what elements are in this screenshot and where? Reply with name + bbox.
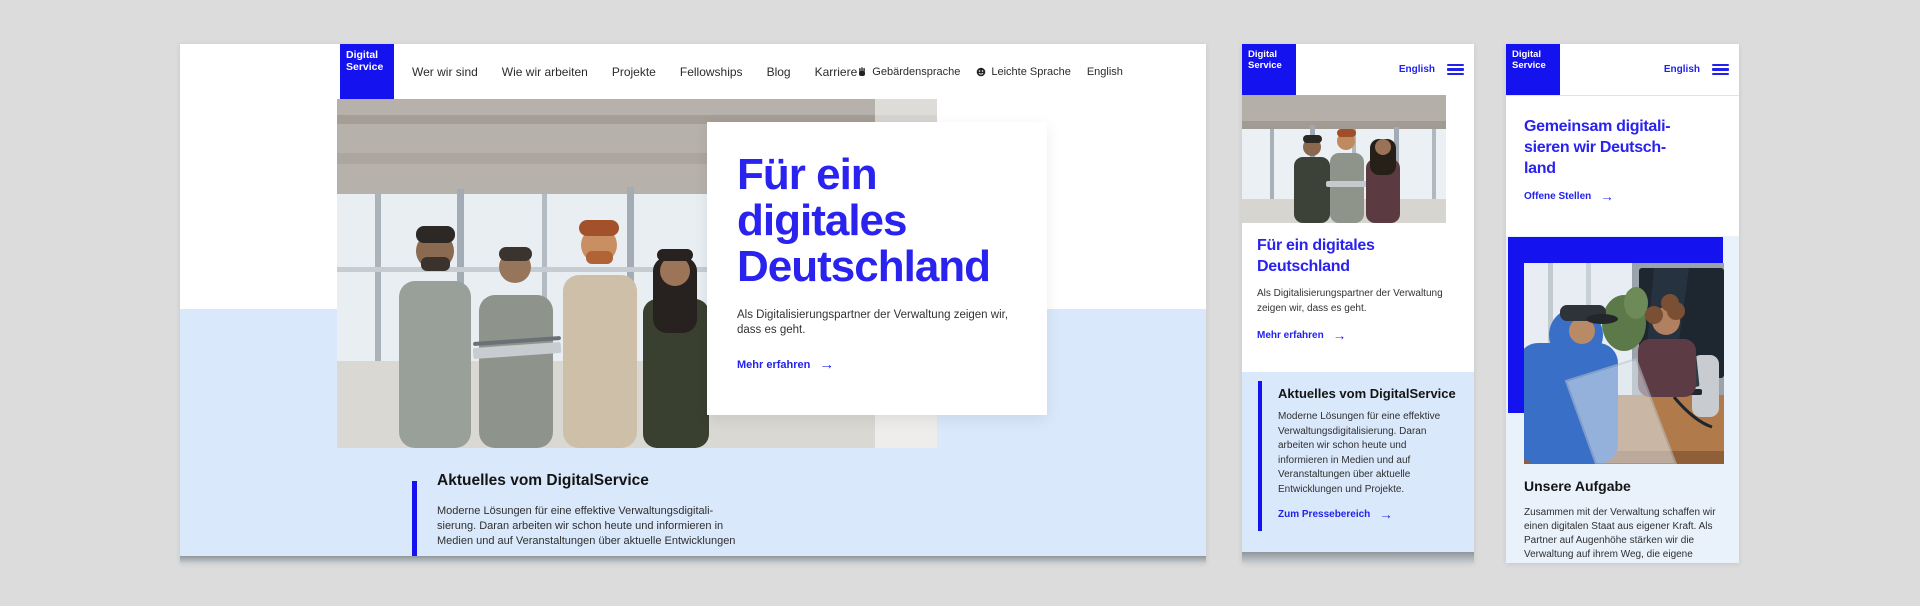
- news-accent-bar: [1258, 381, 1262, 531]
- mission-body: Zusammen mit der Verwaltung schaffen wir…: [1524, 506, 1724, 562]
- logo-text-line2: Service: [1248, 61, 1296, 72]
- hamburger-menu-icon[interactable]: [1712, 64, 1729, 76]
- language-switch[interactable]: English: [1664, 64, 1700, 75]
- tablet-hero-title: Für ein digitales Deutschland: [1257, 235, 1458, 277]
- mission-body-line3: Partner auf Augenhöhe stärken wir die: [1524, 535, 1694, 546]
- tablet-news-content: Aktuelles vom DigitalService Moderne Lös…: [1278, 386, 1460, 522]
- hero-title-line2: sieren wir Deutsch-: [1524, 137, 1725, 158]
- mobile-mission-section: Unsere Aufgabe Zusammen mit der Verwaltu…: [1506, 236, 1739, 563]
- sign-language-label: Gebärdensprache: [872, 66, 960, 78]
- cta-label: Mehr erfahren: [1257, 330, 1324, 341]
- zum-pressebereich-link[interactable]: Zum Pressebereich →: [1278, 508, 1393, 522]
- news-body: Moderne Lösungen für eine effektive Verw…: [1278, 410, 1460, 497]
- desktop-hero-subtitle: Als Digitalisierungspartner der Verwaltu…: [737, 308, 1019, 338]
- language-switch[interactable]: English: [1087, 66, 1123, 78]
- digitalservice-logo[interactable]: Digital Service: [1506, 44, 1560, 95]
- easy-language-label: Leichte Sprache: [991, 66, 1071, 78]
- easy-language-icon: [976, 67, 986, 77]
- hero-title-line1: Gemeinsam digitali-: [1524, 116, 1725, 137]
- desktop-news-section: Aktuelles vom DigitalService Moderne Lös…: [437, 472, 917, 549]
- mobile-hero: Gemeinsam digitali- sieren wir Deutsch- …: [1506, 96, 1739, 236]
- digitalservice-logo[interactable]: Digital Service: [340, 44, 394, 99]
- logo-text-line2: Service: [1512, 61, 1560, 72]
- news-accent-bar: [412, 481, 417, 563]
- desktop-main-nav: Wer wir sind Wie wir arbeiten Projekte F…: [412, 65, 857, 79]
- news-body-line2: sierung. Daran arbeiten wir schon heute …: [437, 520, 723, 532]
- nav-item-fellowships[interactable]: Fellowships: [680, 65, 743, 79]
- desktop-mockup: Digital Service Wer wir sind Wie wir arb…: [180, 44, 1206, 563]
- mobile-hero-title: Gemeinsam digitali- sieren wir Deutsch- …: [1524, 116, 1725, 179]
- news-body-line1: Moderne Lösungen für eine effektive: [1278, 411, 1440, 422]
- arrow-right-icon: →: [1379, 508, 1393, 522]
- mobile-header-right: English: [1664, 44, 1729, 95]
- news-heading: Aktuelles vom DigitalService: [1278, 386, 1460, 401]
- desktop-cutoff-strip: [180, 556, 1206, 563]
- tablet-hero-photo: [1242, 95, 1446, 223]
- hero-subtitle-line2: zeigen wir, dass es geht.: [1257, 303, 1367, 314]
- hero-subtitle-line1: Als Digitalisierungspartner der Verwaltu…: [1257, 288, 1443, 299]
- news-heading: Aktuelles vom DigitalService: [437, 472, 917, 490]
- team-office-photo: [1242, 95, 1446, 223]
- office-desk-photo: [1524, 263, 1724, 464]
- tablet-header-right: English: [1399, 44, 1464, 95]
- desktop-header: Digital Service Wer wir sind Wie wir arb…: [180, 44, 1206, 99]
- mission-body-line1: Zusammen mit der Verwaltung schaffen wir: [1524, 507, 1716, 518]
- news-body-line2: Verwaltungsdigitalisierung. Daran: [1278, 426, 1426, 437]
- nav-item-wer-wir-sind[interactable]: Wer wir sind: [412, 65, 478, 79]
- mobile-mockup: Digital Service English Gemeinsam digita…: [1506, 44, 1739, 563]
- hero-title-line2: digitales: [737, 198, 1019, 244]
- news-body-line4: informieren in Medien und auf: [1278, 455, 1410, 466]
- desktop-hero-title: Für ein digitales Deutschland: [737, 152, 1019, 291]
- tablet-hero-card: Für ein digitales Deutschland Als Digita…: [1242, 223, 1474, 372]
- mehr-erfahren-link[interactable]: Mehr erfahren →: [1257, 329, 1346, 343]
- news-body-line3: arbeiten wir schon heute und: [1278, 440, 1406, 451]
- nav-item-karriere[interactable]: Karriere: [815, 65, 858, 79]
- arrow-right-icon: →: [1600, 190, 1614, 204]
- mission-body-line2: einen digitalen Staat aus eigener Kraft.…: [1524, 521, 1712, 532]
- tablet-hero-subtitle: Als Digitalisierungspartner der Verwaltu…: [1257, 286, 1458, 316]
- news-body-line6: Entwicklungen und Projekte.: [1278, 484, 1404, 495]
- mobile-mission-photo: [1524, 263, 1724, 464]
- sign-language-link[interactable]: Gebärdensprache: [857, 66, 960, 78]
- hero-title-line1: Für ein: [737, 152, 1019, 198]
- hero-subtitle-line2: dass es geht.: [737, 324, 805, 336]
- news-body: Moderne Lösungen für eine effektive Verw…: [437, 504, 917, 549]
- mehr-erfahren-link[interactable]: Mehr erfahren →: [737, 358, 834, 373]
- easy-language-link[interactable]: Leichte Sprache: [976, 66, 1071, 78]
- mission-body-line4: Verwaltung auf ihrem Weg, die eigene: [1524, 549, 1693, 560]
- logo-text-line2: Service: [346, 62, 394, 74]
- hero-title-line1: Für ein digitales: [1257, 235, 1458, 256]
- cta-label: Zum Pressebereich: [1278, 509, 1370, 520]
- tablet-cutoff-strip: [1242, 552, 1474, 563]
- mobile-header: Digital Service English: [1506, 44, 1739, 96]
- news-body-line5: Veranstaltungen über aktuelle: [1278, 469, 1410, 480]
- nav-item-blog[interactable]: Blog: [767, 65, 791, 79]
- offene-stellen-link[interactable]: Offene Stellen →: [1524, 190, 1614, 204]
- hero-title-line3: land: [1524, 158, 1725, 179]
- tablet-header: Digital Service English: [1242, 44, 1474, 95]
- sign-language-icon: [857, 67, 867, 77]
- desktop-hero-card: Für ein digitales Deutschland Als Digita…: [707, 122, 1047, 415]
- arrow-right-icon: →: [819, 358, 834, 373]
- digitalservice-logo[interactable]: Digital Service: [1242, 44, 1296, 95]
- hero-title-line2: Deutschland: [1257, 256, 1458, 277]
- arrow-right-icon: →: [1333, 329, 1347, 343]
- hamburger-menu-icon[interactable]: [1447, 64, 1464, 76]
- nav-item-projekte[interactable]: Projekte: [612, 65, 656, 79]
- cta-label: Mehr erfahren: [737, 359, 810, 371]
- mission-heading: Unsere Aufgabe: [1524, 478, 1631, 494]
- logo-text-line1: Digital: [346, 50, 394, 62]
- tablet-news-section: Aktuelles vom DigitalService Moderne Lös…: [1242, 372, 1474, 552]
- news-body-line1: Moderne Lösungen für eine effektive Verw…: [437, 505, 713, 517]
- language-switch[interactable]: English: [1399, 64, 1435, 75]
- tablet-mockup: Digital Service English: [1242, 44, 1474, 563]
- desktop-meta-nav: Gebärdensprache Leichte Sprache English: [857, 66, 1123, 78]
- hero-title-line3: Deutschland: [737, 244, 1019, 290]
- nav-item-wie-wir-arbeiten[interactable]: Wie wir arbeiten: [502, 65, 588, 79]
- cta-label: Offene Stellen: [1524, 191, 1591, 202]
- hero-subtitle-line1: Als Digitalisierungspartner der Verwaltu…: [737, 309, 1008, 321]
- news-body-line3: Medien und auf Veranstaltungen über aktu…: [437, 535, 735, 547]
